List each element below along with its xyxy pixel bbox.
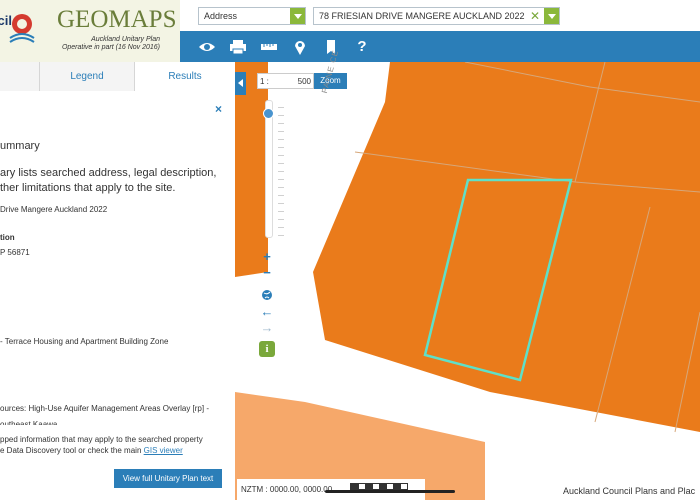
zoom-slider[interactable]: [265, 100, 273, 238]
panel-tabs: Legend Results: [0, 62, 235, 91]
toolbar: [180, 31, 700, 62]
chevron-down-icon[interactable]: [544, 8, 559, 24]
zoom-in-icon[interactable]: +: [260, 250, 274, 264]
clear-icon[interactable]: ✕: [530, 9, 540, 23]
info-icon[interactable]: i: [259, 341, 275, 357]
gis-viewer-link[interactable]: GIS viewer: [144, 446, 183, 455]
tab-overview[interactable]: [0, 62, 40, 91]
address-search-input[interactable]: 78 FRIESIAN DRIVE MANGERE AUCKLAND 2022 …: [313, 7, 560, 25]
council-name: Auckland Council: [0, 14, 12, 27]
close-icon[interactable]: ×: [215, 102, 222, 116]
zone-value: - Terrace Housing and Apartment Building…: [0, 337, 169, 346]
legal-description-heading: tion: [0, 233, 15, 242]
legal-description-value: P 56871: [0, 248, 30, 257]
help-icon[interactable]: ?: [353, 38, 371, 56]
globe-icon[interactable]: [260, 289, 274, 303]
eye-icon[interactable]: [198, 38, 216, 56]
map-canvas[interactable]: [235, 62, 700, 500]
horizontal-scrollbar[interactable]: [325, 490, 455, 493]
plan-subtitle: Auckland Unitary Plan Operative in part …: [61, 36, 160, 51]
discovery-note: pped information that may apply to the s…: [0, 435, 203, 455]
ruler-icon[interactable]: [260, 38, 278, 56]
geomaps-app: Auckland Council GEOMAPS Auckland Unitar…: [0, 0, 700, 500]
zoom-slider-thumb[interactable]: [263, 108, 274, 119]
results-panel: Legend Results × ummary ary lists search…: [0, 62, 235, 500]
scale-input[interactable]: 1 : 500: [257, 73, 314, 89]
overlay-value: ources: High-Use Aquifer Management Area…: [0, 404, 209, 413]
map-view[interactable]: [235, 62, 700, 500]
summary-title: ummary: [0, 140, 40, 152]
zoom-out-icon[interactable]: −: [260, 266, 274, 280]
overlay-value-continued: outheast Kaawa: [0, 420, 58, 425]
app-title: GEOMAPS: [57, 6, 177, 33]
scale-bar: [350, 483, 408, 490]
forward-arrow-icon[interactable]: →: [260, 321, 274, 335]
chevron-down-icon[interactable]: [290, 8, 305, 24]
summary-description: ary lists searched address, legal descri…: [0, 167, 217, 194]
header: Auckland Council GEOMAPS Auckland Unitar…: [0, 0, 700, 62]
tab-legend[interactable]: Legend: [40, 62, 135, 91]
result-address: Drive Mangere Auckland 2022: [0, 205, 108, 214]
search-type-select[interactable]: Address: [198, 7, 306, 25]
zoom-ticks: [278, 100, 284, 238]
tab-results[interactable]: Results: [135, 62, 235, 91]
print-icon[interactable]: [229, 38, 247, 56]
map-attribution: Auckland Council Plans and Plac: [563, 486, 696, 496]
view-full-plan-button[interactable]: View full Unitary Plan text: [114, 469, 222, 488]
collapse-panel-button[interactable]: [235, 72, 246, 95]
logo-area: Auckland Council GEOMAPS Auckland Unitar…: [0, 0, 180, 62]
back-arrow-icon[interactable]: ←: [260, 305, 274, 319]
pin-icon[interactable]: [291, 38, 309, 56]
